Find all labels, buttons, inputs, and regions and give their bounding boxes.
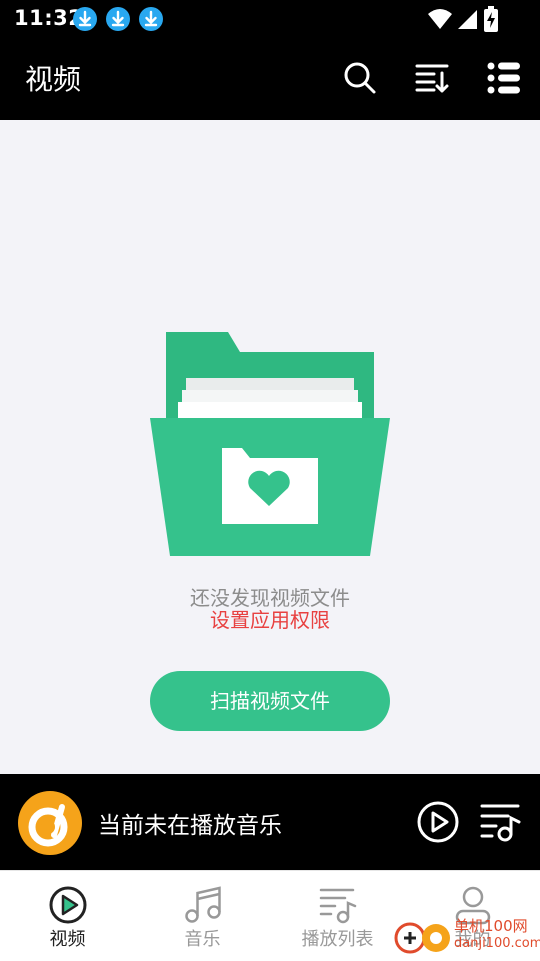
watermark-domain: danji100.com bbox=[454, 936, 540, 951]
watermark: 单机100网 danji100.com bbox=[390, 914, 540, 958]
nav-label-playlist: 播放列表 bbox=[301, 929, 374, 950]
menu-list-icon bbox=[487, 62, 520, 94]
app-logo-icon[interactable] bbox=[18, 791, 82, 855]
download-icon bbox=[139, 7, 163, 31]
mini-player: 当前未在播放音乐 bbox=[0, 774, 540, 870]
watermark-logo-icon bbox=[394, 922, 450, 954]
play-circle-icon bbox=[417, 801, 459, 843]
video-list-empty-state: 还没发现视频文件 设置应用权限 扫描视频文件 bbox=[0, 120, 540, 774]
download-icon bbox=[73, 7, 97, 31]
nav-label-music: 音乐 bbox=[184, 929, 221, 950]
menu-button[interactable] bbox=[486, 60, 522, 96]
playlist-icon bbox=[319, 888, 357, 924]
search-button[interactable] bbox=[342, 60, 378, 96]
search-icon bbox=[344, 62, 376, 94]
video-play-icon bbox=[49, 886, 87, 924]
watermark-brand: 单机100网 bbox=[454, 917, 528, 935]
sort-icon bbox=[415, 64, 449, 93]
now-playing-text: 当前未在播放音乐 bbox=[98, 813, 282, 839]
nav-item-video[interactable]: 视频 bbox=[0, 871, 135, 961]
sort-button[interactable] bbox=[414, 60, 450, 96]
status-bar: 11:32 bbox=[0, 0, 540, 38]
playlist-icon bbox=[480, 804, 521, 842]
scan-videos-button[interactable]: 扫描视频文件 bbox=[150, 671, 390, 731]
nav-label-video: 视频 bbox=[49, 929, 86, 950]
playlist-button[interactable] bbox=[478, 800, 522, 844]
page-title: 视频 bbox=[25, 63, 82, 96]
set-permission-link[interactable]: 设置应用权限 bbox=[0, 604, 540, 633]
wifi-icon bbox=[428, 9, 452, 29]
music-note-icon bbox=[185, 886, 221, 923]
play-button[interactable] bbox=[416, 800, 460, 844]
nav-item-playlist[interactable]: 播放列表 bbox=[270, 871, 405, 961]
empty-folder-icon bbox=[150, 332, 390, 556]
nav-item-music[interactable]: 音乐 bbox=[135, 871, 270, 961]
download-icon bbox=[106, 7, 130, 31]
battery-charging-icon bbox=[484, 6, 498, 32]
app-bar: 视频 bbox=[0, 38, 540, 120]
signal-icon bbox=[458, 10, 477, 29]
